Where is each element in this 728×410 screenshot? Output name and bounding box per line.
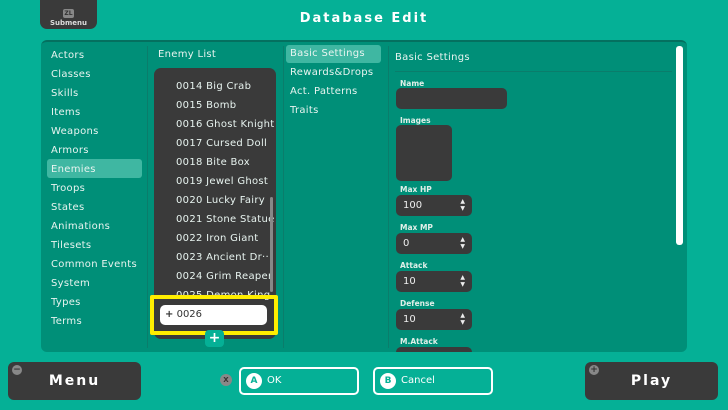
sidebar-item-tilesets[interactable]: Tilesets xyxy=(51,240,91,251)
add-enemy-button[interactable]: + xyxy=(205,330,224,347)
ok-button[interactable]: A OK xyxy=(239,367,359,395)
enemy-list-scrollbar[interactable] xyxy=(270,197,273,292)
new-enemy-entry[interactable]: + 0026 xyxy=(160,305,267,325)
enemy-list-title: Enemy List xyxy=(158,49,217,60)
enemy-list-item[interactable]: 0021 Stone Statue xyxy=(176,214,275,225)
a-key-icon: A xyxy=(246,373,262,389)
plus-key-icon: + xyxy=(589,365,599,375)
spinner-arrows-icon[interactable]: ▲ ▼ xyxy=(460,236,465,250)
x-key-icon: X xyxy=(220,374,232,386)
sidebar-item-weapons[interactable]: Weapons xyxy=(51,126,99,137)
b-key-icon: B xyxy=(380,373,396,389)
new-entry-id: 0026 xyxy=(176,309,203,320)
m-attack-label: M.Attack xyxy=(400,337,438,346)
sidebar-item-actors[interactable]: Actors xyxy=(51,50,84,61)
max-mp-spinner[interactable]: 0 ▲ ▼ xyxy=(396,233,472,254)
max-hp-spinner[interactable]: 100 ▲ ▼ xyxy=(396,195,472,216)
sidebar-item-classes[interactable]: Classes xyxy=(51,69,91,80)
divider xyxy=(388,46,389,348)
sidebar-item-items[interactable]: Items xyxy=(51,107,80,118)
m-attack-spinner[interactable] xyxy=(396,347,472,352)
sidebar-item-troops[interactable]: Troops xyxy=(51,183,85,194)
database-panel: Actors Classes Skills Items Weapons Armors Ene… xyxy=(41,40,687,352)
enemy-list-item[interactable]: 0024 Grim Reaper xyxy=(176,271,272,282)
tab-rewards-drops[interactable]: Rewards&Drops xyxy=(286,64,381,82)
sidebar-item-system[interactable]: System xyxy=(51,278,90,289)
tab-traits[interactable]: Traits xyxy=(286,102,381,120)
enemy-list-item[interactable]: 0020 Lucky Fairy xyxy=(176,195,265,206)
play-label: Play xyxy=(630,373,673,389)
page-title: Database Edit xyxy=(299,11,429,26)
sidebar-item-skills[interactable]: Skills xyxy=(51,88,78,99)
sidebar-item-armors[interactable]: Armors xyxy=(51,145,89,156)
settings-scrollbar[interactable] xyxy=(676,46,683,245)
divider xyxy=(395,71,672,72)
minus-key-icon: − xyxy=(12,365,22,375)
spinner-value: 10 xyxy=(403,276,416,287)
sidebar-item-types[interactable]: Types xyxy=(51,297,81,308)
max-mp-label: Max MP xyxy=(400,223,433,232)
enemy-list-item[interactable]: 0018 Bite Box xyxy=(176,157,250,168)
attack-spinner[interactable]: 10 ▲ ▼ xyxy=(396,271,472,292)
settings-title: Basic Settings xyxy=(395,52,470,63)
images-label: Images xyxy=(400,116,431,125)
name-input[interactable] xyxy=(396,88,507,109)
sidebar-item-animations[interactable]: Animations xyxy=(51,221,110,232)
enemy-list-item[interactable]: 0023 Ancient Dr··· xyxy=(176,252,272,263)
cancel-label: Cancel xyxy=(401,375,435,386)
tab-basic-settings[interactable]: Basic Settings xyxy=(286,45,381,63)
divider xyxy=(147,46,148,348)
menu-button[interactable]: − Menu xyxy=(8,362,141,400)
defense-label: Defense xyxy=(400,299,435,308)
name-label: Name xyxy=(400,79,425,88)
image-picker[interactable] xyxy=(396,125,452,181)
spinner-arrows-icon[interactable]: ▲ ▼ xyxy=(460,274,465,288)
menu-label: Menu xyxy=(48,373,101,389)
spinner-value: 0 xyxy=(403,238,410,249)
enemy-list-item[interactable]: 0017 Cursed Doll xyxy=(176,138,267,149)
spinner-arrows-icon[interactable]: ▲ ▼ xyxy=(460,312,465,326)
attack-label: Attack xyxy=(400,261,428,270)
sidebar-item-terms[interactable]: Terms xyxy=(51,316,82,327)
ok-label: OK xyxy=(267,375,282,386)
spinner-value: 100 xyxy=(403,200,423,211)
sidebar-item-states[interactable]: States xyxy=(51,202,84,213)
spinner-value: 10 xyxy=(403,314,416,325)
enemy-list-item[interactable]: 0022 Iron Giant xyxy=(176,233,259,244)
plus-icon: + xyxy=(165,309,174,320)
tab-act-patterns[interactable]: Act. Patterns xyxy=(286,83,381,101)
defense-spinner[interactable]: 10 ▲ ▼ xyxy=(396,309,472,330)
max-hp-label: Max HP xyxy=(400,185,432,194)
play-button[interactable]: + Play xyxy=(585,362,718,400)
enemy-list-item[interactable]: 0015 Bomb xyxy=(176,100,236,111)
enemy-list-item[interactable]: 0019 Jewel Ghost xyxy=(176,176,268,187)
enemy-list-item[interactable]: 0014 Big Crab xyxy=(176,81,251,92)
cancel-button[interactable]: B Cancel xyxy=(373,367,493,395)
enemy-list-item[interactable]: 0016 Ghost Knight xyxy=(176,119,275,130)
spinner-arrows-icon[interactable]: ▲ ▼ xyxy=(460,198,465,212)
sidebar-item-enemies[interactable]: Enemies xyxy=(51,164,96,175)
sidebar-item-common-events[interactable]: Common Events xyxy=(51,259,137,270)
divider xyxy=(283,46,284,348)
